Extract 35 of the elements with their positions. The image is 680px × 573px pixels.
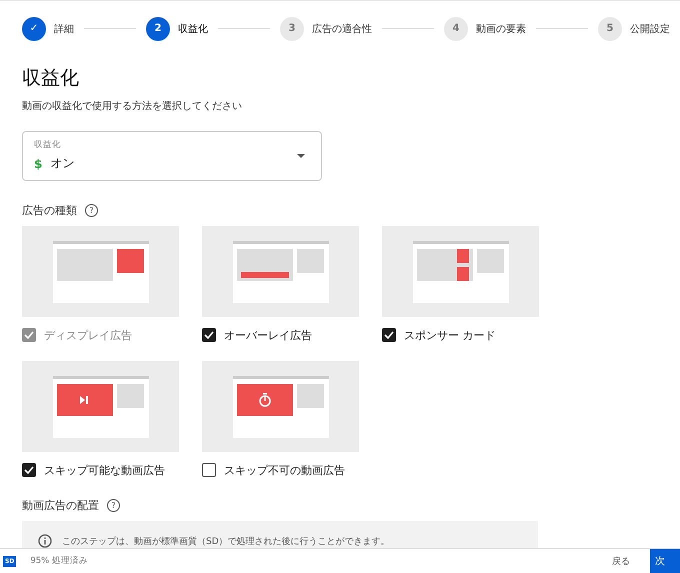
step-marker[interactable]: 5 [598,16,622,40]
dollar-icon: $ [34,156,42,170]
step-label: 広告の適合性 [312,22,372,36]
checkbox-label: オーバーレイ広告 [224,328,312,342]
info-text: このステップは、動画が標準画質（SD）で処理された後に行うことができます。 [62,535,390,548]
checkbox-label: ディスプレイ広告 [44,328,132,342]
section-heading: 広告の種類 [22,203,77,218]
page-title: 収益化 [22,66,80,91]
select-label: 収益化 [34,139,62,151]
step-marker[interactable]: 4 [444,16,468,40]
checkbox[interactable] [202,328,216,342]
processing-status: 95% 処理済み [30,555,89,567]
step-marker[interactable]: ✓ [22,16,46,40]
back-button[interactable]: 戻る [606,554,636,568]
step-label: 詳細 [54,22,74,36]
caret-icon [297,154,305,158]
checkbox[interactable] [22,463,36,477]
page-subtitle: 動画の収益化で使用する方法を選択してください [22,100,243,113]
step-label: 公開設定 [630,22,670,36]
help-icon[interactable]: ? [107,499,120,512]
checkbox[interactable] [382,328,396,342]
step-label: 収益化 [178,22,208,36]
info-icon [38,534,52,548]
next-button[interactable]: 次 [650,548,680,573]
select-value: オン [50,155,74,172]
section-heading: 動画広告の配置 [22,498,99,513]
step-marker[interactable]: 2 [146,16,170,40]
checkbox[interactable] [202,463,216,477]
checkbox-label: スポンサー カード [404,328,496,342]
step-label: 動画の要素 [476,22,526,36]
checkbox-label: スキップ不可の動画広告 [224,462,345,478]
monetization-select[interactable]: 収益化 $ オン [22,131,322,181]
checkbox-label: スキップ可能な動画広告 [44,462,165,478]
step-marker[interactable]: 3 [280,16,304,40]
help-icon[interactable]: ? [85,204,98,217]
